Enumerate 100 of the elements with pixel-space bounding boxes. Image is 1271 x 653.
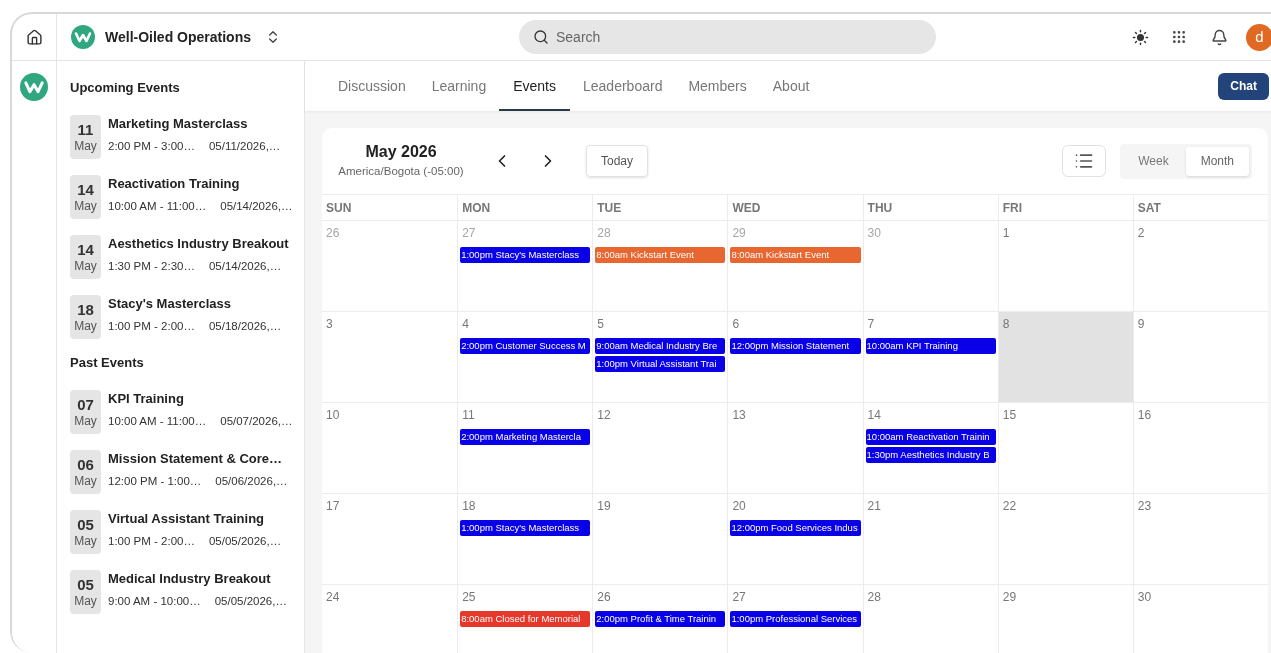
day-cell[interactable]: 22 <box>997 494 1133 585</box>
day-number: 28 <box>596 226 612 240</box>
notification-icon[interactable] <box>1211 28 1228 46</box>
day-number: 13 <box>731 408 747 422</box>
event-item[interactable]: 05 May Virtual Assistant Training 1:00 PM - 2:00… 05/05/2026,… <box>70 510 304 554</box>
event-title: Stacy's Masterclass <box>108 295 233 313</box>
event-time: 1:00 PM - 2:00… <box>108 534 195 549</box>
day-number: 15 <box>1001 408 1018 422</box>
day-cell[interactable]: 15 <box>997 403 1133 494</box>
nav-tab[interactable]: About <box>759 61 823 111</box>
event-item[interactable]: 07 May KPI Training 10:00 AM - 11:00… 05/07/2026,… <box>70 390 304 434</box>
date-day: 05 <box>77 575 94 594</box>
day-number: 5 <box>596 317 605 331</box>
event-time: 1:00 PM - 2:00… <box>108 319 195 334</box>
day-number: 28 <box>866 590 882 604</box>
day-number: 30 <box>866 226 882 240</box>
day-cell[interactable]: 18 1:00pm Stacy's Masterclass <box>457 494 593 585</box>
nav-tab[interactable]: Members <box>675 61 760 111</box>
event-time: 10:00 AM - 11:00… <box>108 199 207 214</box>
day-cell[interactable]: 26 2:00pm Profit & Time Trainin <box>592 585 728 653</box>
date-month: May <box>74 198 97 214</box>
event-item[interactable]: 06 May Mission Statement & Core… 12:00 PM - 1:00… 05/06/2026,… <box>70 450 304 494</box>
event-chip[interactable]: 10:00am KPI Training <box>865 338 996 354</box>
day-cell[interactable]: 20 12:00pm Food Services Indus <box>727 494 863 585</box>
event-chip[interactable]: 9:00am Medical Industry Bre <box>595 338 726 354</box>
event-chip[interactable]: 1:30pm Aesthetics Industry B <box>865 447 996 463</box>
list-view-button[interactable] <box>1062 145 1107 177</box>
day-number: 1 <box>1001 226 1011 240</box>
day-cell[interactable]: 8 <box>997 312 1133 403</box>
event-item[interactable]: 18 May Stacy's Masterclass 1:00 PM - 2:00… 05/18/2026,… <box>70 295 304 339</box>
day-cell[interactable]: 14 10:00am Reactivation Trainin 1:30pm Aesthetics Industry B <box>862 403 998 494</box>
event-chip[interactable]: 8:00am Closed for Memorial <box>460 611 591 627</box>
day-cell[interactable]: 4 2:00pm Customer Success M <box>457 312 593 403</box>
day-cell[interactable]: 25 8:00am Closed for Memorial <box>457 585 593 653</box>
view-option[interactable]: Week <box>1123 146 1184 176</box>
day-cell[interactable]: 19 <box>592 494 728 585</box>
day-cell[interactable]: 6 12:00pm Mission Statement <box>727 312 863 403</box>
search-field[interactable]: Search <box>519 20 936 54</box>
nav-tab[interactable]: Events <box>499 61 570 111</box>
date-month: May <box>74 138 97 154</box>
day-cell[interactable]: 21 <box>862 494 998 585</box>
event-title: Marketing Masterclass <box>108 115 249 133</box>
event-date: 05/05/2026,… <box>214 594 287 609</box>
view-option[interactable]: Month <box>1185 146 1249 176</box>
day-number: 26 <box>596 590 612 604</box>
nav-tab[interactable]: Leaderboard <box>570 61 676 111</box>
date-day: 14 <box>77 240 94 259</box>
event-chip[interactable]: 2:00pm Customer Success M <box>460 338 591 354</box>
day-number: 17 <box>325 499 341 513</box>
day-cell[interactable]: 23 <box>1132 494 1268 585</box>
day-cell[interactable]: 27 1:00pm Professional Services <box>727 585 863 653</box>
event-chip[interactable]: 1:00pm Professional Services <box>730 611 861 627</box>
day-number: 29 <box>731 226 747 240</box>
event-chip[interactable]: 12:00pm Food Services Indus <box>730 520 861 536</box>
nav-tab[interactable]: Learning <box>418 61 500 111</box>
day-cell[interactable]: 5 9:00am Medical Industry Bre 1:00pm Virtual Assistant Trai <box>592 312 728 403</box>
nav-tab[interactable]: Discussion <box>325 61 419 111</box>
community-name[interactable]: Well-Oiled Operations <box>105 26 251 48</box>
date-day: 07 <box>77 395 94 414</box>
event-date: 05/18/2026,… <box>208 319 282 334</box>
event-title: KPI Training <box>108 390 185 408</box>
day-number: 27 <box>461 226 477 240</box>
event-chip[interactable]: 1:00pm Virtual Assistant Trai <box>595 356 726 372</box>
search-icon <box>533 29 549 45</box>
event-chip[interactable]: 2:00pm Marketing Mastercla <box>460 429 591 445</box>
today-button[interactable]: Today <box>586 145 649 177</box>
day-number: 30 <box>1136 590 1153 604</box>
day-cell[interactable]: 1 <box>997 221 1133 312</box>
day-cell[interactable]: 2 <box>1132 221 1268 312</box>
event-item[interactable]: 05 May Medical Industry Breakout 9:00 AM - 10:00… 05/05/2026,… <box>70 570 304 614</box>
day-number: 8 <box>1001 317 1011 331</box>
day-number: 3 <box>325 317 334 331</box>
home-icon[interactable] <box>25 28 43 46</box>
event-chip[interactable]: 1:00pm Stacy's Masterclass <box>460 247 591 263</box>
day-number: 2 <box>1136 226 1146 240</box>
apps-grid-icon[interactable] <box>1171 29 1187 45</box>
event-item[interactable]: 11 May Marketing Masterclass 2:00 PM - 3:00… 05/11/2026,… <box>70 115 304 159</box>
day-cell[interactable]: 16 <box>1132 403 1268 494</box>
event-chip[interactable]: 2:00pm Profit & Time Trainin <box>595 611 726 627</box>
event-time: 10:00 AM - 11:00… <box>108 414 207 429</box>
event-title: Virtual Assistant Training <box>108 510 266 528</box>
sun-icon[interactable] <box>1132 28 1149 46</box>
event-item[interactable]: 14 May Aesthetics Industry Breakout 1:30 PM - 2:30… 05/14/2026,… <box>70 235 304 279</box>
event-chip[interactable]: 10:00am Reactivation Trainin <box>865 429 996 445</box>
day-cell[interactable]: 27 1:00pm Stacy's Masterclass <box>457 221 593 312</box>
day-cell[interactable]: 13 <box>727 403 863 494</box>
day-cell[interactable]: 12 <box>592 403 728 494</box>
event-date: 05/14/2026,… <box>208 259 282 274</box>
day-cell[interactable]: 7 10:00am KPI Training <box>862 312 998 403</box>
event-title: Aesthetics Industry Breakout <box>108 235 289 253</box>
event-chip[interactable]: 1:00pm Stacy's Masterclass <box>460 520 591 536</box>
day-number: 29 <box>1001 590 1018 604</box>
day-number: 7 <box>866 317 876 331</box>
event-title: Mission Statement & Core… <box>108 450 284 468</box>
event-chip[interactable]: 12:00pm Mission Statement <box>730 338 861 354</box>
event-time: 12:00 PM - 1:00… <box>108 474 202 489</box>
day-cell[interactable]: 11 2:00pm Marketing Mastercla <box>457 403 593 494</box>
chat-button[interactable]: Chat <box>1218 72 1269 100</box>
event-item[interactable]: 14 May Reactivation Training 10:00 AM - 11:00… 05/14/2026,… <box>70 175 304 219</box>
day-cell[interactable]: 9 <box>1132 312 1268 403</box>
